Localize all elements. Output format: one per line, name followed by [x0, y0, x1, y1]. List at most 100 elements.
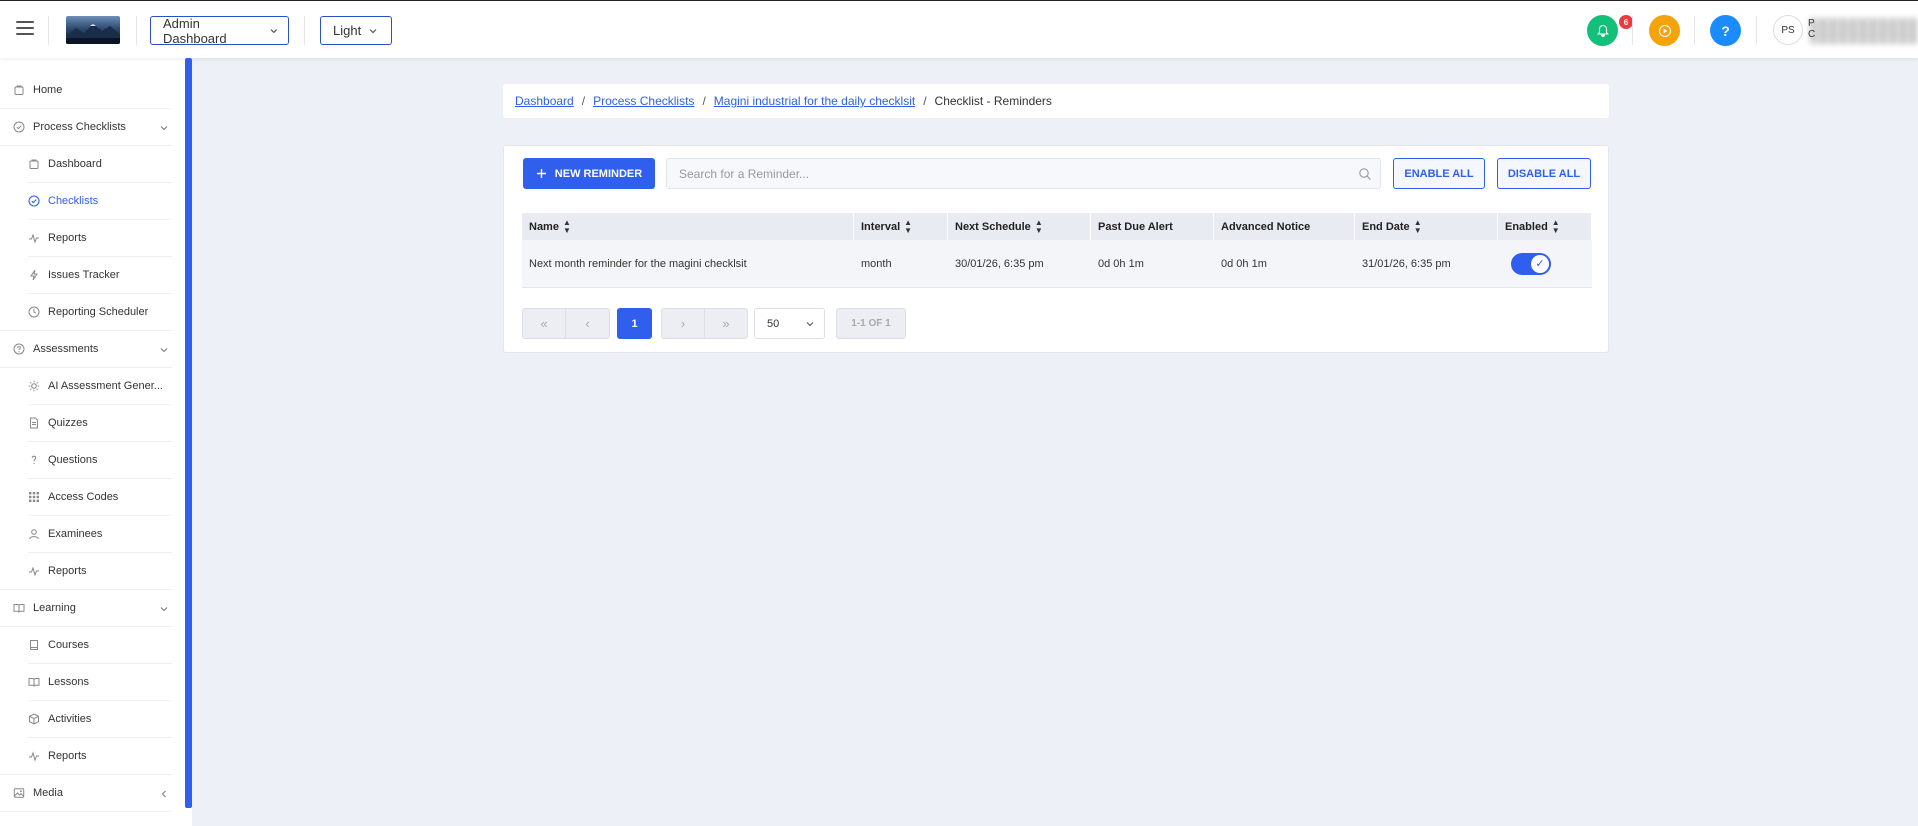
enabled-toggle[interactable]: ✓ — [1511, 252, 1551, 275]
sidebar-item-assessments[interactable]: Assessments — [13, 341, 98, 357]
divider — [0, 589, 172, 590]
image-icon — [13, 787, 25, 799]
sidebar-item-pc-dashboard[interactable]: Dashboard — [28, 156, 102, 172]
book-open-icon — [13, 602, 25, 614]
breadcrumb: Dashboard / Process Checklists / Magini … — [503, 84, 1609, 118]
page-number-button[interactable]: 1 — [617, 308, 652, 339]
user-name-blurred — [1810, 18, 1918, 44]
sidebar-item-as-access[interactable]: Access Codes — [28, 489, 118, 505]
sidebar-item-le-reports[interactable]: Reports — [28, 748, 87, 764]
help-icon: ? — [1721, 22, 1730, 39]
cell-advanced-notice: 0d 0h 1m — [1221, 257, 1267, 270]
divider — [0, 367, 172, 368]
clock-icon — [28, 306, 40, 318]
topbar-divider — [48, 16, 49, 45]
topbar-divider — [1756, 16, 1757, 45]
topbar-divider — [136, 16, 137, 45]
table-row[interactable]: Next month reminder for the magini check… — [522, 240, 1592, 288]
sidebar-item-as-quizzes[interactable]: Quizzes — [28, 415, 88, 431]
sidebar-item-label: Checklists — [48, 195, 99, 207]
menu-icon[interactable] — [16, 21, 34, 35]
sidebar-item-pc-issues[interactable]: Issues Tracker — [28, 267, 120, 283]
chevron-left-icon[interactable] — [160, 790, 168, 798]
tutorial-play-button[interactable] — [1649, 15, 1680, 46]
sidebar-item-le-activities[interactable]: Activities — [28, 711, 91, 727]
sidebar-item-as-examinees[interactable]: Examinees — [28, 526, 102, 542]
enable-all-button[interactable]: ENABLE ALL — [1393, 158, 1485, 189]
divider — [28, 663, 172, 664]
sort-icon: ▲ ▼ — [904, 217, 913, 235]
topbar-divider — [1632, 16, 1633, 45]
sidebar-item-as-questions[interactable]: Questions — [28, 452, 98, 468]
sort-icon: ▲ ▼ — [1413, 217, 1422, 235]
next-page-button[interactable]: › — [661, 308, 705, 339]
activity-icon — [28, 565, 40, 577]
breadcrumb-link-checklist[interactable]: Magini industrial for the daily checklsi… — [714, 94, 915, 108]
chevron-down-icon[interactable] — [160, 605, 168, 613]
breadcrumb-separator: / — [581, 94, 586, 108]
reminder-search-input[interactable]: Search for a Reminder... — [666, 158, 1381, 189]
column-header-name[interactable]: Name ▲ ▼ — [522, 213, 854, 240]
breadcrumb-current: Checklist - Reminders — [934, 94, 1052, 108]
sidebar-item-as-reports[interactable]: Reports — [28, 563, 87, 579]
search-icon[interactable] — [1358, 167, 1372, 181]
column-header-enabled[interactable]: Enabled ▲ ▼ — [1498, 213, 1592, 240]
lightning-icon — [28, 269, 40, 281]
prev-page-button[interactable]: ‹ — [565, 308, 610, 339]
dashboard-select[interactable]: Admin Dashboard — [150, 15, 289, 46]
chevron-down-icon[interactable] — [160, 346, 168, 354]
divider — [28, 293, 172, 294]
divider — [0, 145, 172, 146]
cell-enabled: ✓ — [1498, 240, 1592, 287]
chevron-down-icon[interactable] — [160, 124, 168, 132]
sidebar-item-process-checklists[interactable]: Process Checklists — [13, 119, 126, 135]
user-avatar[interactable]: PS — [1773, 15, 1803, 45]
page-size-select[interactable]: 50 — [754, 308, 825, 339]
sidebar-item-learning[interactable]: Learning — [13, 600, 76, 616]
sidebar-item-label: AI Assessment Gener... — [48, 380, 163, 392]
first-page-button[interactable]: « — [522, 308, 566, 339]
sidebar-item-pc-reports[interactable]: Reports — [28, 230, 87, 246]
user-name-menu[interactable]: P C — [1808, 18, 1815, 40]
play-circle-icon — [1658, 24, 1671, 37]
help-button[interactable]: ? — [1710, 15, 1741, 46]
theme-select[interactable]: Light — [320, 16, 392, 45]
dashboard-select-label: Admin Dashboard — [163, 15, 227, 46]
new-reminder-button[interactable]: NEW REMINDER — [523, 158, 655, 189]
sidebar-item-media[interactable]: Media — [13, 785, 63, 801]
breadcrumb-link-dashboard[interactable]: Dashboard — [515, 94, 574, 108]
column-header-advanced-notice: Advanced Notice — [1214, 213, 1355, 240]
book-open-icon — [28, 676, 40, 688]
sidebar-item-label: Home — [33, 84, 63, 96]
column-header-interval[interactable]: Interval ▲ ▼ — [854, 213, 948, 240]
grid-icon — [28, 491, 40, 503]
sidebar-item-le-lessons[interactable]: Lessons — [28, 674, 89, 690]
breadcrumb-link-process-checklists[interactable]: Process Checklists — [593, 94, 694, 108]
sidebar-item-as-ai[interactable]: AI Assessment Gener... — [28, 378, 163, 394]
sidebar-item-le-courses[interactable]: Courses — [28, 637, 89, 653]
sidebar-item-home[interactable]: Home — [13, 82, 62, 98]
sort-icon: ▲ ▼ — [1551, 217, 1560, 235]
sidebar-item-pc-checklists[interactable]: Checklists — [28, 193, 98, 209]
file-text-icon — [28, 417, 40, 429]
divider — [28, 737, 172, 738]
disable-all-button[interactable]: DISABLE ALL — [1497, 158, 1591, 189]
page-size-value: 50 — [767, 317, 780, 330]
sidebar-item-pc-scheduler[interactable]: Reporting Scheduler — [28, 304, 148, 320]
topbar-divider — [304, 16, 305, 45]
question-mark-icon — [28, 454, 40, 466]
notifications-button[interactable] — [1587, 15, 1618, 46]
notification-badge: 6 — [1619, 15, 1633, 29]
check-circle-icon — [13, 121, 25, 133]
column-header-label: Name — [529, 220, 559, 233]
company-logo[interactable] — [66, 16, 120, 44]
help-circle-icon — [13, 343, 25, 355]
sidebar-item-label: Media — [33, 787, 63, 799]
last-page-button[interactable]: » — [704, 308, 748, 339]
divider — [28, 256, 172, 257]
sidebar-scrollbar[interactable] — [185, 58, 192, 808]
column-header-end-date[interactable]: End Date ▲ ▼ — [1355, 213, 1498, 240]
column-header-next-schedule[interactable]: Next Schedule ▲ ▼ — [948, 213, 1091, 240]
column-header-label: Next Schedule — [955, 220, 1031, 233]
reminders-table: Name ▲ ▼ Interval ▲ ▼ Next Schedule ▲ ▼ Past D… — [522, 213, 1592, 288]
